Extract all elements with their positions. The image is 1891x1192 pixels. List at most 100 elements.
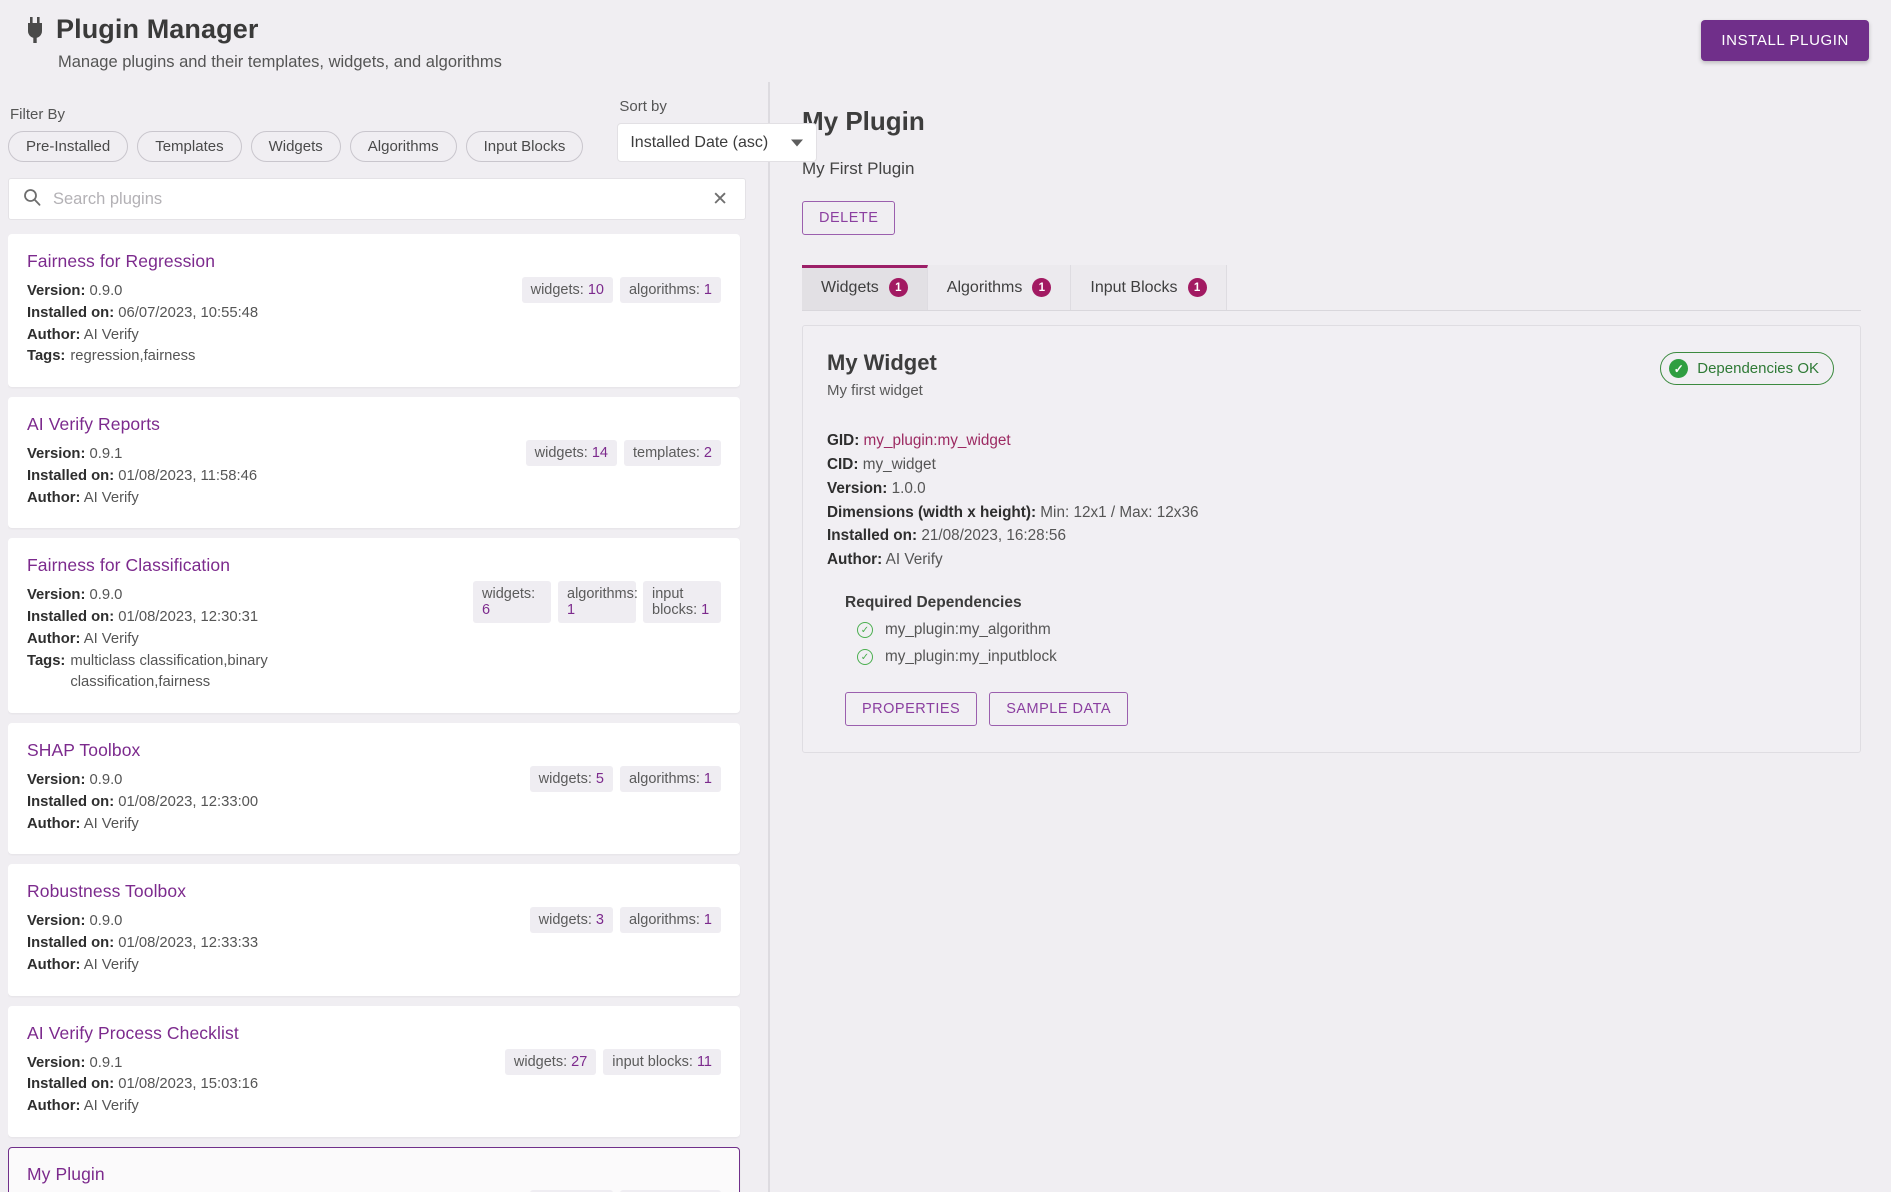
plugin-badge: input blocks: 1 xyxy=(643,581,721,624)
widget-field: Version: 1.0.0 xyxy=(827,477,1834,501)
plugin-badge-count: 14 xyxy=(591,445,608,461)
plugin-installed-on-value: 01/08/2023, 12:33:33 xyxy=(114,935,259,951)
filter-chip-input-blocks[interactable]: Input Blocks xyxy=(465,131,584,162)
page-title: Plugin Manager xyxy=(56,14,259,44)
widget-field: Dimensions (width x height): Min: 12x1 /… xyxy=(827,501,1834,525)
plugin-list[interactable]: Fairness for Regression Version: 0.9.0 Ins… xyxy=(8,234,746,1192)
page-subtitle: Manage plugins and their templates, widg… xyxy=(58,53,502,71)
plugin-badge: widgets: 6 xyxy=(473,581,551,624)
tab-count-badge: 1 xyxy=(1032,278,1052,297)
plugin-card[interactable]: Fairness for Regression Version: 0.9.0 Ins… xyxy=(8,234,740,387)
plugin-installed-on: Installed on: 01/08/2023, 11:58:46 xyxy=(27,466,526,488)
plugin-badge-group: widgets: 5 algorithms: 1 xyxy=(529,766,721,792)
plugin-author-label: Author: xyxy=(27,489,81,506)
sort-section: Sort by Installed Date (asc) xyxy=(617,98,818,162)
filter-chip-pre-installed[interactable]: Pre-Installed xyxy=(8,131,129,162)
plugin-badge-count: 6 xyxy=(482,602,491,619)
plugin-tags-label: Tags: xyxy=(27,652,66,669)
plugin-badge-count: 1 xyxy=(703,912,712,929)
plugin-badge-label: input blocks: xyxy=(652,586,702,619)
plugin-badge-count: 1 xyxy=(703,771,712,787)
plugin-badge-label: templates: xyxy=(633,445,704,461)
plugin-version-value: 0.9.1 xyxy=(85,1054,123,1071)
close-icon[interactable]: ✕ xyxy=(709,188,731,211)
tab-input-blocks[interactable]: Input Blocks 1 xyxy=(1071,265,1227,310)
tab-widgets[interactable]: Widgets 1 xyxy=(802,265,928,310)
tab-algorithms[interactable]: Algorithms 1 xyxy=(927,265,1072,310)
plugin-version-value: 0.9.0 xyxy=(85,772,123,788)
plugin-badge: widgets: 3 xyxy=(529,907,613,934)
plugin-version: Version: 0.9.1 xyxy=(27,444,526,466)
plugin-tags-label: Tags: xyxy=(27,348,66,365)
plugin-installed-on-value: 01/08/2023, 12:33:00 xyxy=(114,793,259,810)
plugin-card[interactable]: SHAP Toolbox Version: 0.9.0 Installed on: … xyxy=(8,723,740,855)
plugin-installed-on: Installed on: 06/07/2023, 10:55:48 xyxy=(27,303,522,325)
plugin-author: Author: AI Verify xyxy=(27,1096,505,1118)
plugin-author-label: Author: xyxy=(27,815,81,832)
plugin-badge-count: 1 xyxy=(703,282,712,298)
plugin-installed-on-value: 06/07/2023, 10:55:48 xyxy=(114,304,259,321)
check-circle-icon: ✓ xyxy=(857,622,873,639)
widget-field-value: AI Verify xyxy=(882,551,943,569)
dependency-item: ✓ my_plugin:my_algorithm xyxy=(857,621,1834,639)
dependency-name: my_plugin:my_algorithm xyxy=(885,621,1051,639)
plugin-badge-label: widgets: xyxy=(534,445,592,461)
widget-info-list: GID: my_plugin:my_widget CID: my_widget Ve… xyxy=(827,429,1834,572)
plugin-badge-group: widgets: 10 algorithms: 1 xyxy=(521,277,721,303)
plugin-badge: algorithms: 1 xyxy=(619,766,721,792)
plugin-version: Version: 0.9.0 xyxy=(27,585,473,607)
plugin-author: Author: AI Verify xyxy=(27,488,526,510)
plugin-author: Author: AI Verify xyxy=(27,325,522,347)
plugin-installed-on-value: 01/08/2023, 11:58:46 xyxy=(114,467,258,484)
properties-button[interactable]: PROPERTIES xyxy=(845,692,978,727)
plugin-author-value: AI Verify xyxy=(80,489,139,506)
plugin-installed-on: Installed on: 01/08/2023, 15:03:16 xyxy=(27,1074,505,1096)
plugin-version-label: Version: xyxy=(27,772,86,788)
plugin-tags: Tags: regression,fairness xyxy=(27,346,522,368)
filter-chip-templates[interactable]: Templates xyxy=(137,131,242,162)
filter-chip-widgets[interactable]: Widgets xyxy=(250,131,341,162)
filter-chip-algorithms[interactable]: Algorithms xyxy=(349,131,457,162)
plugin-author-value: AI Verify xyxy=(80,1098,139,1114)
plugin-version-value: 0.9.0 xyxy=(85,913,123,930)
widget-field-label: Author: xyxy=(827,551,883,569)
plugin-tags-value: multiclass classification,binary classif… xyxy=(70,652,268,691)
search-section: ✕ xyxy=(0,162,768,220)
plugin-card-main: SHAP Toolbox Version: 0.9.0 Installed on: … xyxy=(27,740,530,835)
search-input[interactable] xyxy=(53,189,698,209)
plugin-card[interactable]: AI Verify Process Checklist Version: 0.9.… xyxy=(8,1005,740,1137)
plugin-badge-count: 10 xyxy=(587,282,604,298)
plugin-card[interactable]: Robustness Toolbox Version: 0.9.0 Installe… xyxy=(8,864,740,996)
plugin-author: Author: AI Verify xyxy=(27,955,530,977)
plugin-badge-label: widgets: xyxy=(513,1053,572,1070)
plugin-card[interactable]: AI Verify Reports Version: 0.9.1 Installed… xyxy=(8,397,740,529)
plugin-badge-label: input blocks: xyxy=(612,1053,697,1070)
status-badge[interactable]: ✓ Dependencies OK xyxy=(1660,352,1834,385)
tab-count-badge: 1 xyxy=(1187,278,1207,297)
title-row: Plugin Manager xyxy=(24,14,1867,45)
search-box[interactable]: ✕ xyxy=(8,178,746,220)
delete-plugin-button[interactable]: DELETE xyxy=(802,201,896,235)
sort-select[interactable]: Installed Date (asc) xyxy=(617,123,818,162)
plugin-installed-on-value: 01/08/2023, 12:30:31 xyxy=(114,609,259,625)
check-circle-icon: ✓ xyxy=(1669,359,1689,378)
plugin-version-label: Version: xyxy=(27,913,86,930)
plugin-card-main: AI Verify Reports Version: 0.9.1 Installed… xyxy=(27,414,526,509)
plugin-installed-on-label: Installed on: xyxy=(27,1076,115,1093)
plugin-card[interactable]: Fairness for Classification Version: 0.9.… xyxy=(8,538,740,713)
plugin-badge-count: 1 xyxy=(567,602,576,619)
detail-subtitle: My First Plugin xyxy=(802,159,915,178)
plugin-installed-on-label: Installed on: xyxy=(27,935,115,951)
install-plugin-button[interactable]: INSTALL PLUGIN xyxy=(1701,20,1869,61)
plugin-author-value: AI Verify xyxy=(80,815,139,832)
plugin-card-title: AI Verify Reports xyxy=(27,414,161,434)
dependency-name: my_plugin:my_inputblock xyxy=(885,648,1057,666)
plugin-card[interactable]: My PluginVersion: 1.0.0Installed on: 21/… xyxy=(8,1146,740,1192)
sample-data-button[interactable]: SAMPLE DATA xyxy=(989,692,1129,727)
plugin-author-value: AI Verify xyxy=(80,326,139,343)
plugin-author-value: AI Verify xyxy=(80,630,139,647)
plugin-installed-on: Installed on: 01/08/2023, 12:30:31 xyxy=(27,607,473,629)
plugin-card-main: AI Verify Process Checklist Version: 0.9.… xyxy=(27,1023,505,1118)
plugin-badge: algorithms: 1 xyxy=(558,581,638,624)
plugin-version-label: Version: xyxy=(27,283,86,299)
